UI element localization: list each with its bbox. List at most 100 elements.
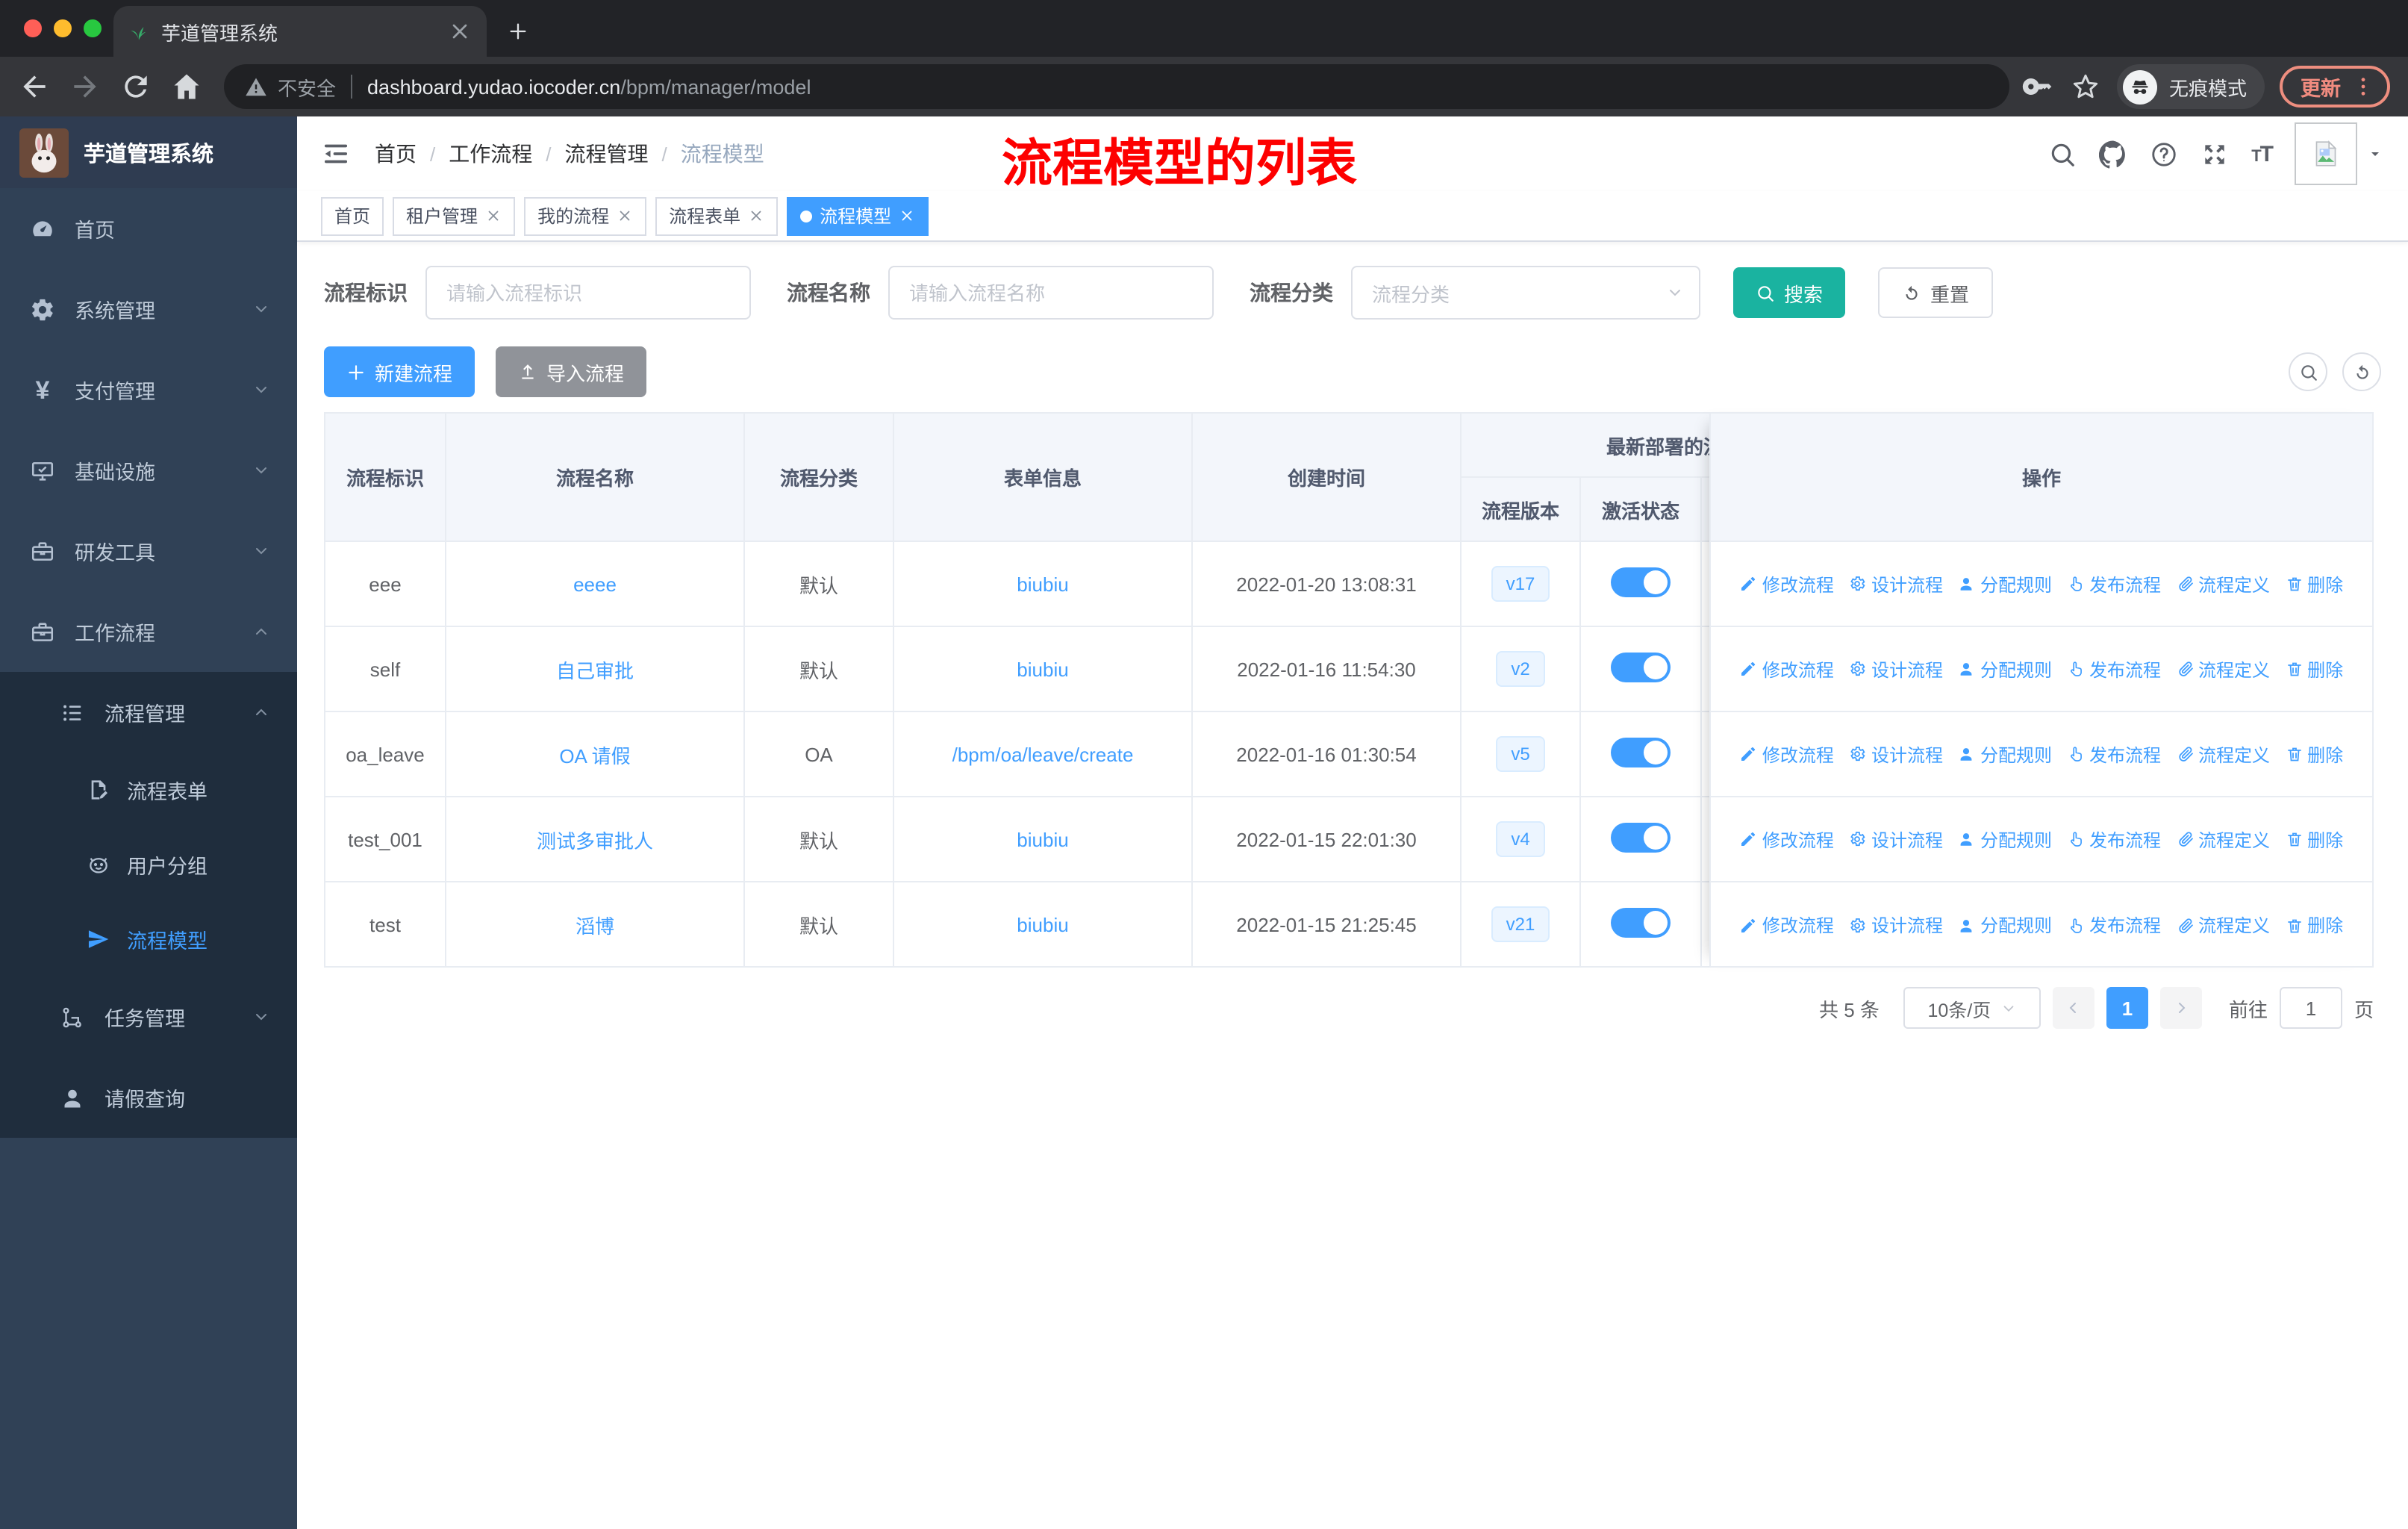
form-info-link[interactable]: biubiu — [1017, 658, 1068, 680]
sidebar-item-process-management[interactable]: 流程管理 — [0, 672, 297, 753]
import-process-button[interactable]: 导入流程 — [496, 346, 647, 397]
action-edit[interactable]: 修改流程 — [1740, 571, 1834, 597]
action-design[interactable]: 设计流程 — [1849, 571, 1943, 597]
bookmark-star-icon[interactable] — [2069, 70, 2102, 103]
action-delete[interactable]: 删除 — [2285, 826, 2343, 852]
goto-page-input[interactable] — [2279, 987, 2342, 1029]
sidebar-item-home[interactable]: 首页 — [0, 188, 297, 269]
action-edit[interactable]: 修改流程 — [1740, 826, 1834, 852]
help-icon[interactable] — [2150, 140, 2178, 168]
forward-icon[interactable] — [69, 70, 102, 103]
action-delete[interactable]: 删除 — [2285, 912, 2343, 938]
sidebar-item-workflow[interactable]: 工作流程 — [0, 591, 297, 672]
toggle-search-button[interactable] — [2289, 352, 2327, 391]
page-number-1[interactable]: 1 — [2106, 987, 2148, 1029]
back-icon[interactable] — [18, 70, 51, 103]
tab-view-2[interactable]: 我的流程 — [524, 196, 647, 235]
version-tag[interactable]: v17 — [1491, 566, 1550, 602]
action-assign[interactable]: 分配规则 — [1958, 741, 2052, 767]
tab-close-icon[interactable] — [448, 19, 472, 43]
not-secure-warning-icon[interactable] — [245, 75, 267, 98]
action-publish[interactable]: 发布流程 — [2067, 741, 2161, 767]
minimize-window-button[interactable] — [54, 19, 72, 37]
version-tag[interactable]: v2 — [1496, 651, 1545, 687]
action-design[interactable]: 设计流程 — [1849, 656, 1943, 682]
action-design[interactable]: 设计流程 — [1849, 912, 1943, 938]
address-bar[interactable]: 不安全 dashboard.yudao.iocoder.cn /bpm/mana… — [224, 64, 2009, 109]
tab-view-1[interactable]: 租户管理 — [393, 196, 516, 235]
model-name-link[interactable]: 自己审批 — [556, 659, 634, 682]
active-toggle[interactable] — [1611, 737, 1671, 767]
action-definition[interactable]: 流程定义 — [2176, 571, 2270, 597]
action-definition[interactable]: 流程定义 — [2176, 741, 2270, 767]
action-assign[interactable]: 分配规则 — [1958, 571, 2052, 597]
action-assign[interactable]: 分配规则 — [1958, 656, 2052, 682]
browser-tab[interactable]: 芋道管理系统 — [113, 6, 487, 57]
menu-dots-icon[interactable] — [2351, 75, 2375, 99]
form-info-link[interactable]: /bpm/oa/leave/create — [952, 743, 1134, 765]
breadcrumb-home[interactable]: 首页 — [375, 139, 417, 169]
search-button[interactable]: 搜索 — [1733, 267, 1846, 318]
action-publish[interactable]: 发布流程 — [2067, 656, 2161, 682]
action-publish[interactable]: 发布流程 — [2067, 571, 2161, 597]
create-process-button[interactable]: 新建流程 — [324, 346, 475, 397]
action-edit[interactable]: 修改流程 — [1740, 741, 1834, 767]
home-icon[interactable] — [170, 70, 203, 103]
tab-view-3[interactable]: 流程表单 — [655, 196, 779, 235]
sidebar-item-system[interactable]: 系统管理 — [0, 269, 297, 349]
form-info-link[interactable]: biubiu — [1017, 573, 1068, 595]
form-info-link[interactable]: biubiu — [1017, 913, 1068, 935]
model-name-link[interactable]: 测试多审批人 — [537, 829, 653, 852]
action-assign[interactable]: 分配规则 — [1958, 826, 2052, 852]
form-info-link[interactable]: biubiu — [1017, 828, 1068, 850]
reset-button[interactable]: 重置 — [1878, 267, 1994, 318]
breadcrumb-process-management[interactable]: 流程管理 — [565, 139, 649, 169]
version-tag[interactable]: v4 — [1496, 821, 1545, 857]
tab-view-4[interactable]: 流程模型 — [787, 196, 929, 235]
active-toggle[interactable] — [1611, 567, 1671, 597]
action-definition[interactable]: 流程定义 — [2176, 656, 2270, 682]
font-size-icon[interactable]: TT — [2251, 141, 2274, 166]
sidebar-item-devtools[interactable]: 研发工具 — [0, 511, 297, 591]
action-publish[interactable]: 发布流程 — [2067, 912, 2161, 938]
prev-page-button[interactable] — [2052, 987, 2094, 1029]
process-key-input[interactable] — [425, 266, 751, 320]
chrome-update-button[interactable]: 更新 — [2280, 66, 2390, 108]
close-window-button[interactable] — [24, 19, 42, 37]
close-icon[interactable] — [485, 208, 502, 224]
page-size-select[interactable]: 10条/页 — [1903, 987, 2041, 1029]
version-tag[interactable]: v21 — [1491, 906, 1550, 942]
sidebar-item-user-group[interactable]: 用户分组 — [0, 827, 297, 902]
action-design[interactable]: 设计流程 — [1849, 741, 1943, 767]
action-delete[interactable]: 删除 — [2285, 656, 2343, 682]
breadcrumb-workflow[interactable]: 工作流程 — [449, 139, 532, 169]
reload-icon[interactable] — [119, 70, 152, 103]
search-icon[interactable] — [2048, 140, 2077, 168]
action-assign[interactable]: 分配规则 — [1958, 912, 2052, 938]
new-tab-button[interactable] — [499, 12, 537, 51]
caret-down-icon[interactable] — [2366, 145, 2384, 163]
next-page-button[interactable] — [2159, 987, 2202, 1029]
action-delete[interactable]: 删除 — [2285, 741, 2343, 767]
close-icon[interactable] — [899, 208, 915, 224]
sidebar-item-payment[interactable]: ¥ 支付管理 — [0, 349, 297, 430]
active-toggle[interactable] — [1611, 652, 1671, 682]
action-publish[interactable]: 发布流程 — [2067, 826, 2161, 852]
github-icon[interactable] — [2099, 140, 2127, 168]
sidebar-item-leave-query[interactable]: 请假查询 — [0, 1057, 297, 1138]
version-tag[interactable]: v5 — [1496, 736, 1545, 772]
active-toggle[interactable] — [1611, 822, 1671, 852]
action-edit[interactable]: 修改流程 — [1740, 656, 1834, 682]
action-delete[interactable]: 删除 — [2285, 571, 2343, 597]
process-name-input[interactable] — [888, 266, 1214, 320]
incognito-badge[interactable]: 无痕模式 — [2116, 64, 2265, 109]
action-edit[interactable]: 修改流程 — [1740, 912, 1834, 938]
fullscreen-icon[interactable] — [2200, 140, 2229, 168]
model-name-link[interactable]: 滔博 — [576, 915, 614, 937]
sidebar-item-process-form[interactable]: 流程表单 — [0, 753, 297, 827]
tab-home[interactable]: 首页 — [321, 196, 384, 235]
avatar[interactable] — [2295, 122, 2357, 185]
model-name-link[interactable]: OA 请假 — [559, 744, 630, 767]
close-icon[interactable] — [748, 208, 764, 224]
model-name-link[interactable]: eeee — [573, 573, 617, 595]
